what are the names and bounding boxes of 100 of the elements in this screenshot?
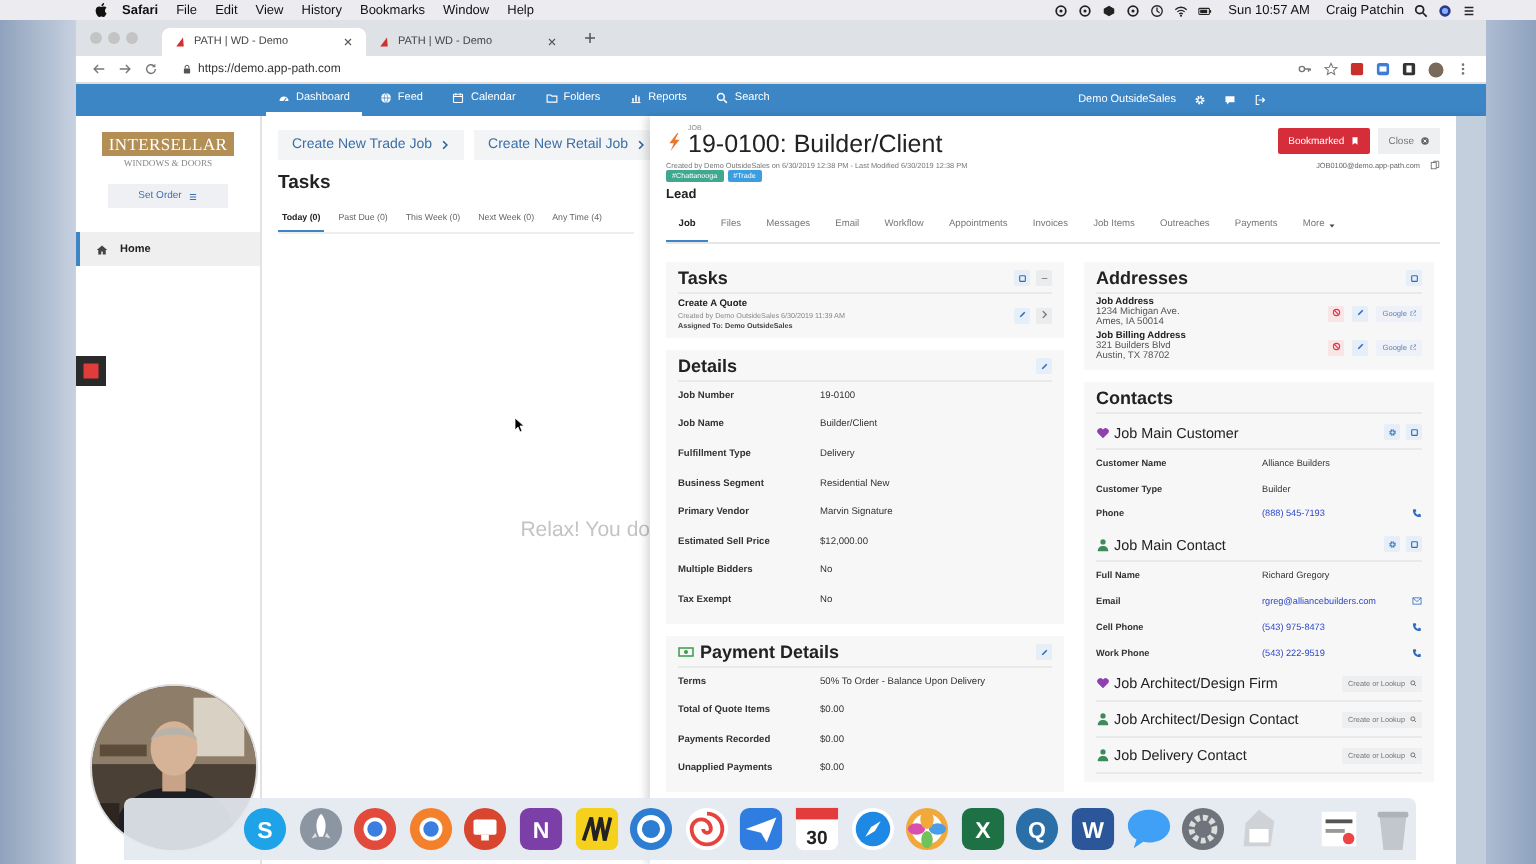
calendar-icon[interactable]: 30 bbox=[793, 806, 840, 852]
globe-icon bbox=[379, 92, 392, 104]
view-button[interactable] bbox=[1406, 270, 1422, 286]
apple-icon[interactable] bbox=[94, 2, 110, 18]
app-icon[interactable]: N bbox=[517, 806, 564, 852]
back-icon[interactable] bbox=[92, 62, 106, 76]
remove-button[interactable] bbox=[1328, 339, 1345, 355]
chevron-icon bbox=[1039, 310, 1049, 320]
edit-button[interactable] bbox=[1036, 358, 1052, 374]
folder-icon bbox=[545, 92, 558, 104]
logout-icon[interactable] bbox=[1254, 94, 1266, 106]
square-icon bbox=[1409, 273, 1419, 283]
settings-button[interactable] bbox=[1384, 536, 1400, 553]
close-icon[interactable] bbox=[546, 36, 558, 48]
square-icon bbox=[1017, 273, 1027, 283]
edit-button[interactable] bbox=[1352, 305, 1369, 321]
person-icon bbox=[1096, 537, 1110, 552]
chevron-icon bbox=[636, 140, 647, 150]
pencil-icon bbox=[1356, 308, 1365, 318]
external-link-icon bbox=[1409, 309, 1416, 317]
pencil-icon bbox=[1039, 647, 1049, 656]
compass-icon[interactable] bbox=[849, 806, 896, 852]
search-icon bbox=[716, 92, 729, 104]
close-icon[interactable] bbox=[342, 36, 354, 48]
card-title: Tasks bbox=[678, 268, 728, 288]
phone-icon[interactable] bbox=[1412, 621, 1422, 632]
app-icon[interactable]: Q bbox=[1014, 806, 1061, 852]
edit-button[interactable] bbox=[1014, 307, 1030, 323]
search-icon bbox=[1409, 715, 1416, 723]
app-icon[interactable]: W bbox=[1069, 806, 1116, 852]
open-button[interactable] bbox=[1036, 307, 1052, 323]
triangle-icon bbox=[174, 36, 186, 48]
edit-button[interactable] bbox=[1352, 339, 1369, 355]
new-task-button[interactable] bbox=[1014, 270, 1030, 286]
monitor-icon[interactable] bbox=[462, 806, 509, 852]
clock-icon[interactable] bbox=[1150, 3, 1165, 17]
settings-icon[interactable] bbox=[1194, 94, 1206, 106]
gauge-icon bbox=[278, 92, 290, 104]
rocket-icon[interactable] bbox=[297, 806, 344, 852]
search-icon bbox=[1409, 751, 1416, 759]
ban-icon bbox=[1332, 308, 1341, 318]
card-title: Details bbox=[678, 356, 738, 376]
search-icon bbox=[1409, 679, 1416, 687]
external-link-icon bbox=[1409, 343, 1416, 351]
more-icon[interactable] bbox=[1456, 62, 1470, 76]
chevron-icon bbox=[440, 140, 451, 150]
heart-icon bbox=[1096, 676, 1110, 691]
orb-icon[interactable] bbox=[1438, 3, 1452, 17]
person-icon bbox=[1096, 712, 1110, 727]
board-icon[interactable] bbox=[573, 806, 620, 852]
home-icon bbox=[96, 243, 108, 255]
phone-icon[interactable] bbox=[1412, 647, 1422, 658]
mail-icon[interactable] bbox=[1412, 596, 1422, 607]
heart-icon bbox=[1096, 425, 1110, 439]
ban-icon bbox=[1332, 342, 1341, 352]
star-icon[interactable] bbox=[1324, 62, 1338, 76]
gear-icon bbox=[1387, 427, 1397, 437]
view-button[interactable] bbox=[1406, 424, 1422, 440]
triangle-icon bbox=[378, 36, 390, 48]
wifi-icon[interactable] bbox=[1174, 3, 1189, 17]
forward-icon[interactable] bbox=[118, 62, 132, 76]
close-icon bbox=[1420, 136, 1430, 146]
flower-icon[interactable] bbox=[904, 806, 951, 852]
settings-button[interactable] bbox=[1384, 424, 1400, 440]
orb-icon[interactable] bbox=[628, 806, 675, 852]
copy-icon[interactable] bbox=[1430, 160, 1440, 170]
person-icon bbox=[1096, 748, 1110, 763]
card-title: Payment Details bbox=[700, 641, 840, 662]
ring-icon[interactable] bbox=[1126, 3, 1141, 17]
app-icon[interactable]: S bbox=[242, 806, 288, 852]
globe-icon[interactable] bbox=[407, 806, 454, 852]
list-icon bbox=[187, 191, 198, 201]
swirl-icon[interactable] bbox=[683, 806, 730, 852]
bookmark-icon bbox=[1350, 136, 1361, 146]
battery-icon[interactable] bbox=[1198, 3, 1213, 17]
chat-icon[interactable] bbox=[1125, 806, 1171, 852]
key-icon[interactable] bbox=[1298, 62, 1312, 76]
view-button[interactable] bbox=[1406, 536, 1422, 553]
phone-icon[interactable] bbox=[1412, 508, 1422, 519]
card-title: Contacts bbox=[1096, 388, 1422, 414]
gear-icon[interactable] bbox=[1180, 806, 1227, 852]
reload-icon[interactable] bbox=[144, 62, 158, 76]
globe-icon[interactable] bbox=[352, 806, 399, 852]
lock-icon bbox=[182, 64, 192, 74]
money-icon bbox=[678, 643, 694, 660]
edit-button[interactable] bbox=[1036, 643, 1052, 660]
list-icon[interactable] bbox=[1462, 3, 1476, 17]
card-title: Addresses bbox=[1096, 268, 1189, 288]
square-icon bbox=[1409, 540, 1419, 550]
chat-icon[interactable] bbox=[1224, 94, 1236, 106]
search-icon[interactable] bbox=[1414, 3, 1428, 17]
avatar-icon[interactable] bbox=[1428, 61, 1444, 77]
app-icon[interactable]: X bbox=[959, 806, 1006, 852]
remove-button[interactable] bbox=[1328, 305, 1345, 321]
plane-icon[interactable] bbox=[738, 806, 785, 852]
plus-icon[interactable] bbox=[582, 30, 598, 46]
stop-icon[interactable] bbox=[76, 356, 106, 386]
empty-message: Relax! You do bbox=[520, 518, 650, 542]
pencil-icon bbox=[1356, 342, 1365, 352]
chart-icon bbox=[630, 92, 643, 104]
